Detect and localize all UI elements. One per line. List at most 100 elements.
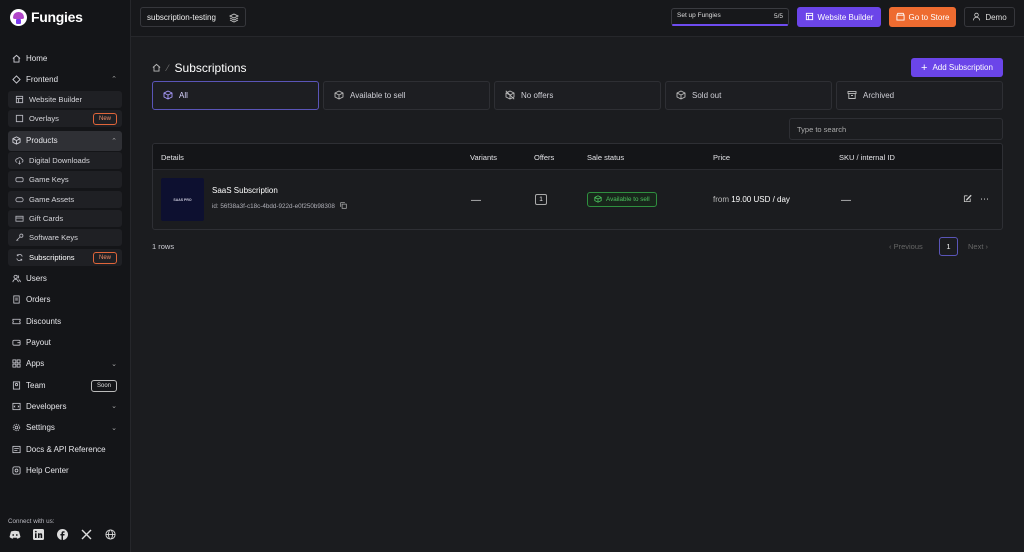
sidebar-item-digital-downloads[interactable]: Digital Downloads: [8, 152, 122, 170]
sidebar-item-frontend[interactable]: Frontend ⌃: [8, 69, 122, 89]
user-name: Demo: [985, 12, 1007, 22]
user-menu-button[interactable]: Demo: [964, 7, 1015, 27]
archive-icon: [847, 90, 857, 102]
sidebar-item-software-keys[interactable]: Software Keys: [8, 229, 122, 247]
refresh-icon: [15, 253, 24, 262]
setup-label: Set up Fungies: [677, 12, 721, 19]
table-row[interactable]: SAAS PRO SaaS Subscription id: 56f38a3f-…: [153, 170, 1002, 229]
price: from 19.00 USD / day: [713, 195, 790, 204]
product-name[interactable]: SaaS Subscription: [212, 186, 278, 195]
tab-label: Available to sell: [350, 91, 406, 100]
sidebar-item-docs[interactable]: Docs & API Reference: [8, 439, 122, 459]
sidebar-nav: Home Frontend ⌃ Website Builder Overlays…: [8, 48, 122, 482]
x-twitter-icon[interactable]: [80, 528, 93, 541]
sidebar-item-game-keys[interactable]: Game Keys: [8, 171, 122, 189]
sidebar-item-label: Game Assets: [29, 194, 75, 204]
linkedin-icon[interactable]: [32, 528, 45, 541]
store-icon: [895, 12, 905, 23]
receipt-icon: [12, 295, 21, 304]
sidebar: Fungies Home Frontend ⌃ Website Builder …: [0, 0, 131, 552]
box-icon: [163, 89, 173, 102]
main-content: ⁄ Subscriptions + Add Subscription All A…: [131, 37, 1024, 552]
plus-icon: +: [921, 61, 928, 74]
brand-logo[interactable]: Fungies: [10, 8, 83, 26]
sidebar-item-game-assets[interactable]: Game Assets: [8, 190, 122, 208]
connect-label: Connect with us:: [8, 518, 55, 525]
top-bar: subscription-testing Set up Fungies 5/5 …: [131, 0, 1024, 37]
setup-progress-bar: [672, 24, 788, 26]
tab-sold-out[interactable]: Sold out: [665, 81, 832, 110]
go-to-store-button[interactable]: Go to Store: [889, 7, 956, 27]
sidebar-item-orders[interactable]: Orders: [8, 290, 122, 310]
product-id: id: 56f38a3f-c18c-4bdd-922d-e0f250b98308: [212, 202, 347, 211]
home-icon[interactable]: [152, 63, 161, 74]
product-id-text: id: 56f38a3f-c18c-4bdd-922d-e0f250b98308: [212, 203, 335, 210]
status-badge: Available to sell: [587, 192, 657, 207]
sidebar-item-label: Users: [26, 274, 47, 284]
gear-icon: [12, 423, 21, 432]
tab-available[interactable]: Available to sell: [323, 81, 490, 110]
sidebar-item-users[interactable]: Users: [8, 269, 122, 289]
sidebar-item-payout[interactable]: Payout: [8, 333, 122, 353]
sidebar-item-discounts[interactable]: Discounts: [8, 311, 122, 331]
sidebar-item-label: Subscriptions: [29, 252, 75, 262]
sidebar-item-developers[interactable]: Developers ⌄: [8, 396, 122, 416]
tab-label: All: [179, 91, 188, 100]
tab-all[interactable]: All: [152, 81, 319, 110]
sidebar-item-team[interactable]: Team Soon: [8, 375, 122, 395]
sidebar-item-help[interactable]: Help Center: [8, 460, 122, 480]
project-selector[interactable]: subscription-testing: [140, 7, 246, 27]
controller-icon: [15, 195, 24, 204]
globe-icon[interactable]: [104, 528, 117, 541]
users-icon: [12, 274, 21, 283]
more-options-icon[interactable]: ⋯: [980, 194, 989, 205]
website-builder-button[interactable]: Website Builder: [797, 7, 881, 27]
chevron-up-icon: ⌃: [111, 76, 117, 84]
sidebar-item-gift-cards[interactable]: Gift Cards: [8, 210, 122, 228]
sidebar-item-products[interactable]: Products ⌃: [8, 130, 122, 151]
sidebar-item-settings[interactable]: Settings ⌄: [8, 418, 122, 438]
chevron-down-icon: ⌄: [111, 424, 117, 432]
box-x-icon: [676, 89, 686, 102]
tab-archived[interactable]: Archived: [836, 81, 1003, 110]
setup-progress[interactable]: Set up Fungies 5/5: [671, 8, 789, 26]
sidebar-item-home[interactable]: Home: [8, 48, 122, 68]
search-input[interactable]: Type to search: [789, 118, 1003, 140]
previous-page-button[interactable]: ‹ Previous: [883, 237, 935, 256]
gift-card-icon: [15, 214, 24, 223]
subscriptions-table: Details Variants Offers Sale status Pric…: [152, 143, 1003, 230]
chevron-up-icon: ⌃: [111, 137, 117, 145]
box-check-icon: [594, 194, 602, 205]
sidebar-item-apps[interactable]: Apps ⌄: [8, 354, 122, 374]
user-icon: [972, 12, 981, 23]
chevron-right-icon: ›: [983, 242, 989, 251]
sidebar-item-subscriptions[interactable]: Subscriptions New: [8, 248, 122, 266]
add-subscription-label: Add Subscription: [932, 63, 993, 72]
help-icon: [12, 466, 21, 475]
next-page-button[interactable]: Next ›: [962, 237, 1022, 256]
sidebar-item-website-builder[interactable]: Website Builder: [8, 90, 122, 108]
edit-icon[interactable]: [963, 194, 972, 205]
apps-icon: [12, 359, 21, 368]
facebook-icon[interactable]: [56, 528, 69, 541]
current-page[interactable]: 1: [939, 237, 958, 256]
column-header-sku: SKU / internal ID: [839, 153, 895, 162]
discord-icon[interactable]: [8, 528, 21, 541]
box-off-icon: [505, 89, 515, 102]
sidebar-item-label: Payout: [26, 338, 51, 348]
add-subscription-button[interactable]: + Add Subscription: [911, 58, 1003, 77]
tab-label: Archived: [863, 91, 895, 100]
sidebar-item-label: Products: [26, 136, 58, 146]
sidebar-item-label: Orders: [26, 295, 51, 305]
go-to-store-label: Go to Store: [908, 12, 950, 22]
project-name: subscription-testing: [147, 12, 216, 22]
sidebar-item-overlays[interactable]: Overlays New: [8, 109, 122, 127]
sidebar-item-label: Settings: [26, 423, 55, 433]
column-header-price: Price: [713, 153, 731, 162]
column-header-offers: Offers: [534, 153, 555, 162]
table-header: Details Variants Offers Sale status Pric…: [153, 144, 1002, 170]
tab-no-offers[interactable]: No offers: [494, 81, 661, 110]
copy-icon[interactable]: [340, 202, 347, 211]
filter-tabs: All Available to sell No offers Sold out…: [152, 81, 1003, 110]
new-badge: New: [92, 251, 117, 264]
